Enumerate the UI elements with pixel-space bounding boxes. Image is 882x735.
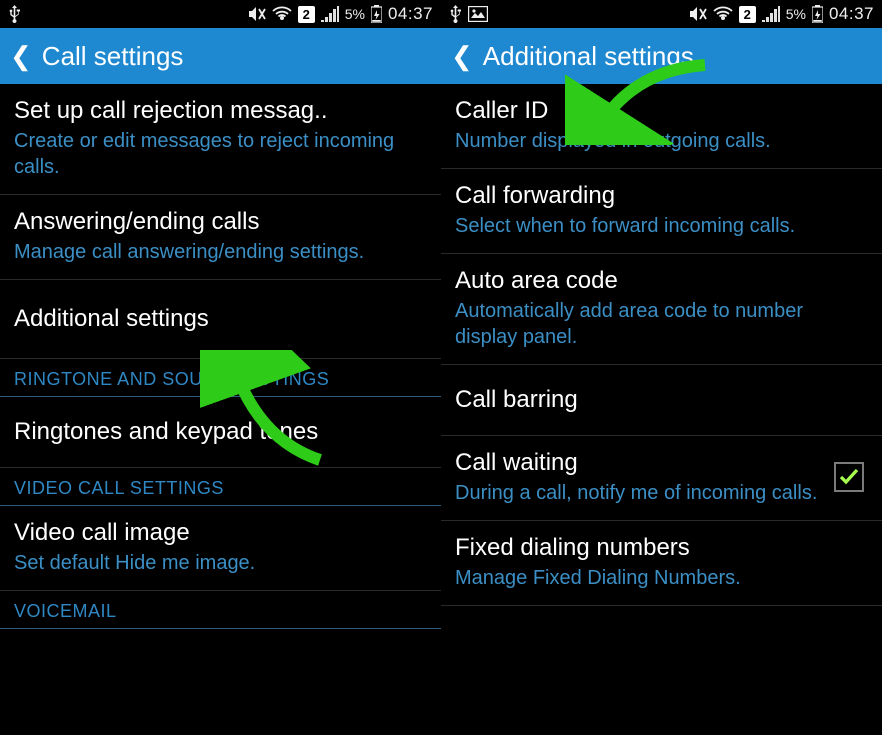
item-answering-ending[interactable]: Answering/ending calls Manage call answe… — [0, 195, 441, 280]
item-subtitle: Set default Hide me image. — [14, 550, 427, 576]
mute-icon — [246, 6, 266, 22]
item-fixed-dialing[interactable]: Fixed dialing numbers Manage Fixed Diali… — [441, 521, 882, 606]
item-ringtones-keypad[interactable]: Ringtones and keypad tones — [0, 397, 441, 468]
item-title: Call barring — [455, 385, 868, 415]
item-title: Call waiting — [455, 448, 822, 478]
status-bar: 2 5% 04:37 — [0, 0, 441, 28]
battery-text: 5% — [345, 6, 365, 22]
item-subtitle: Manage call answering/ending settings. — [14, 239, 427, 265]
signal-icon — [762, 6, 780, 22]
sim-indicator: 2 — [739, 6, 756, 23]
page-title: Call settings — [42, 41, 184, 72]
item-title: Additional settings — [14, 304, 427, 334]
item-title: Video call image — [14, 518, 427, 548]
page-title: Additional settings — [483, 41, 694, 72]
app-bar: ❮ Additional settings — [441, 28, 882, 84]
item-caller-id[interactable]: Caller ID Number displayed in outgoing c… — [441, 84, 882, 169]
item-call-waiting[interactable]: Call waiting During a call, notify me of… — [441, 436, 882, 521]
wifi-icon — [272, 6, 292, 22]
item-title: Set up call rejection messag.. — [14, 96, 427, 126]
item-title: Fixed dialing numbers — [455, 533, 868, 563]
item-call-forwarding[interactable]: Call forwarding Select when to forward i… — [441, 169, 882, 254]
item-title: Answering/ending calls — [14, 207, 427, 237]
phone-additional-settings: 2 5% 04:37 ❮ Additional settings Caller … — [441, 0, 882, 735]
item-call-barring[interactable]: Call barring — [441, 365, 882, 436]
section-video: VIDEO CALL SETTINGS — [0, 468, 441, 506]
item-title: Call forwarding — [455, 181, 868, 211]
sim-indicator: 2 — [298, 6, 315, 23]
back-icon[interactable]: ❮ — [451, 43, 473, 69]
status-bar: 2 5% 04:37 — [441, 0, 882, 28]
mute-icon — [687, 6, 707, 22]
status-time: 04:37 — [388, 4, 433, 24]
usb-icon — [8, 5, 21, 23]
item-subtitle: Number displayed in outgoing calls. — [455, 128, 868, 154]
back-icon[interactable]: ❮ — [10, 43, 32, 69]
content-scroll[interactable]: Set up call rejection messag.. Create or… — [0, 84, 441, 735]
section-voicemail: VOICEMAIL — [0, 591, 441, 629]
item-title: Ringtones and keypad tones — [14, 417, 427, 447]
content-scroll[interactable]: Caller ID Number displayed in outgoing c… — [441, 84, 882, 735]
item-auto-area-code[interactable]: Auto area code Automatically add area co… — [441, 254, 882, 365]
item-call-rejection-messages[interactable]: Set up call rejection messag.. Create or… — [0, 84, 441, 195]
picture-icon — [468, 6, 488, 22]
battery-text: 5% — [786, 6, 806, 22]
item-subtitle: During a call, notify me of incoming cal… — [455, 480, 822, 506]
item-additional-settings[interactable]: Additional settings — [0, 280, 441, 359]
call-waiting-checkbox[interactable] — [834, 462, 864, 492]
item-subtitle: Automatically add area code to number di… — [455, 298, 868, 350]
item-video-call-image[interactable]: Video call image Set default Hide me ima… — [0, 506, 441, 591]
item-title: Auto area code — [455, 266, 868, 296]
signal-icon — [321, 6, 339, 22]
phone-call-settings: 2 5% 04:37 ❮ Call settings Set up call r… — [0, 0, 441, 735]
item-subtitle: Create or edit messages to reject incomi… — [14, 128, 427, 180]
app-bar: ❮ Call settings — [0, 28, 441, 84]
usb-icon — [449, 5, 462, 23]
battery-icon — [371, 5, 382, 23]
item-title: Caller ID — [455, 96, 868, 126]
status-time: 04:37 — [829, 4, 874, 24]
wifi-icon — [713, 6, 733, 22]
item-subtitle: Manage Fixed Dialing Numbers. — [455, 565, 868, 591]
section-ringtone: RINGTONE AND SOUND SETTINGS — [0, 359, 441, 397]
battery-icon — [812, 5, 823, 23]
item-subtitle: Select when to forward incoming calls. — [455, 213, 868, 239]
